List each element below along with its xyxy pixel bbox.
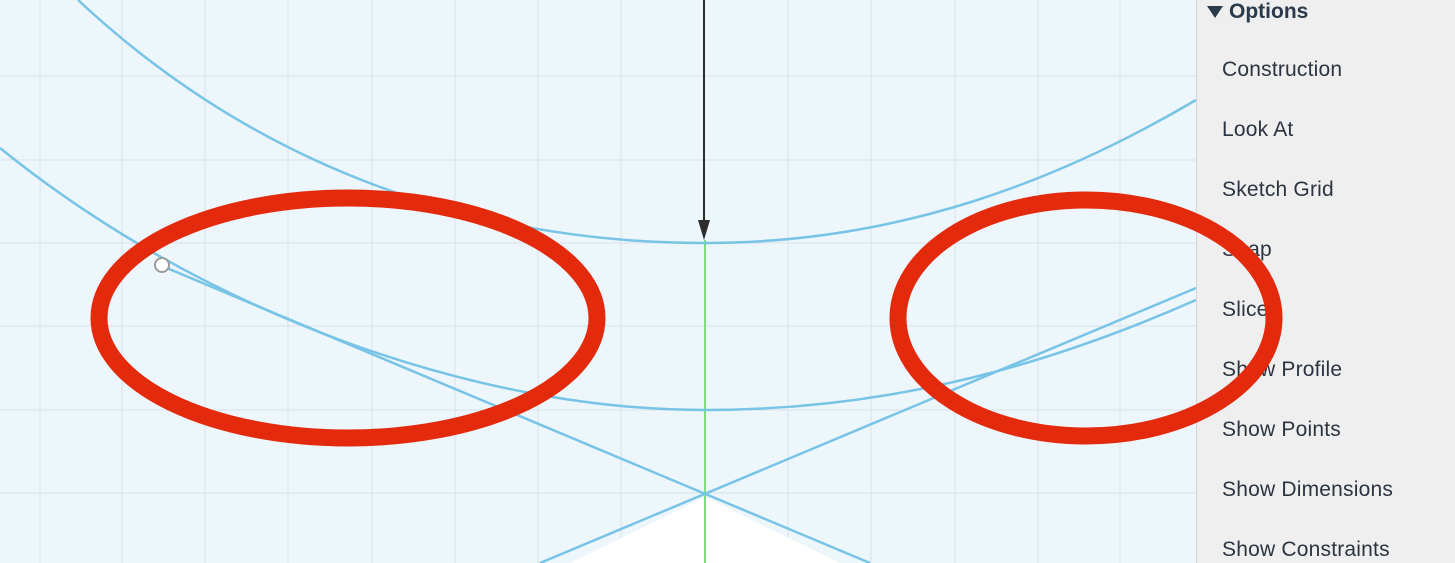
options-header-label: Options — [1229, 0, 1309, 23]
option-look-at[interactable]: Look At — [1222, 118, 1293, 142]
sketch-grid — [0, 0, 1196, 563]
option-snap[interactable]: Snap — [1222, 238, 1272, 262]
sketch-point[interactable] — [154, 257, 170, 273]
options-panel: Options Construction Look At Sketch Grid… — [1196, 0, 1455, 563]
options-header[interactable]: Options — [1207, 0, 1308, 24]
option-show-points[interactable]: Show Points — [1222, 418, 1341, 442]
sketch-curves[interactable] — [0, 0, 1197, 563]
option-show-profile[interactable]: Show Profile — [1222, 358, 1342, 382]
option-show-constraints[interactable]: Show Constraints — [1222, 538, 1390, 562]
option-slice[interactable]: Slice — [1222, 298, 1269, 322]
option-construction[interactable]: Construction — [1222, 58, 1342, 82]
diagonal-line-left[interactable] — [161, 264, 871, 563]
vertical-arrow — [698, 0, 710, 240]
option-sketch-grid[interactable]: Sketch Grid — [1222, 178, 1334, 202]
triangle-down-icon[interactable] — [1207, 6, 1223, 18]
upper-arc[interactable] — [77, 0, 1197, 245]
diagonal-line-right[interactable] — [539, 286, 1197, 563]
option-show-dimensions[interactable]: Show Dimensions — [1222, 478, 1393, 502]
